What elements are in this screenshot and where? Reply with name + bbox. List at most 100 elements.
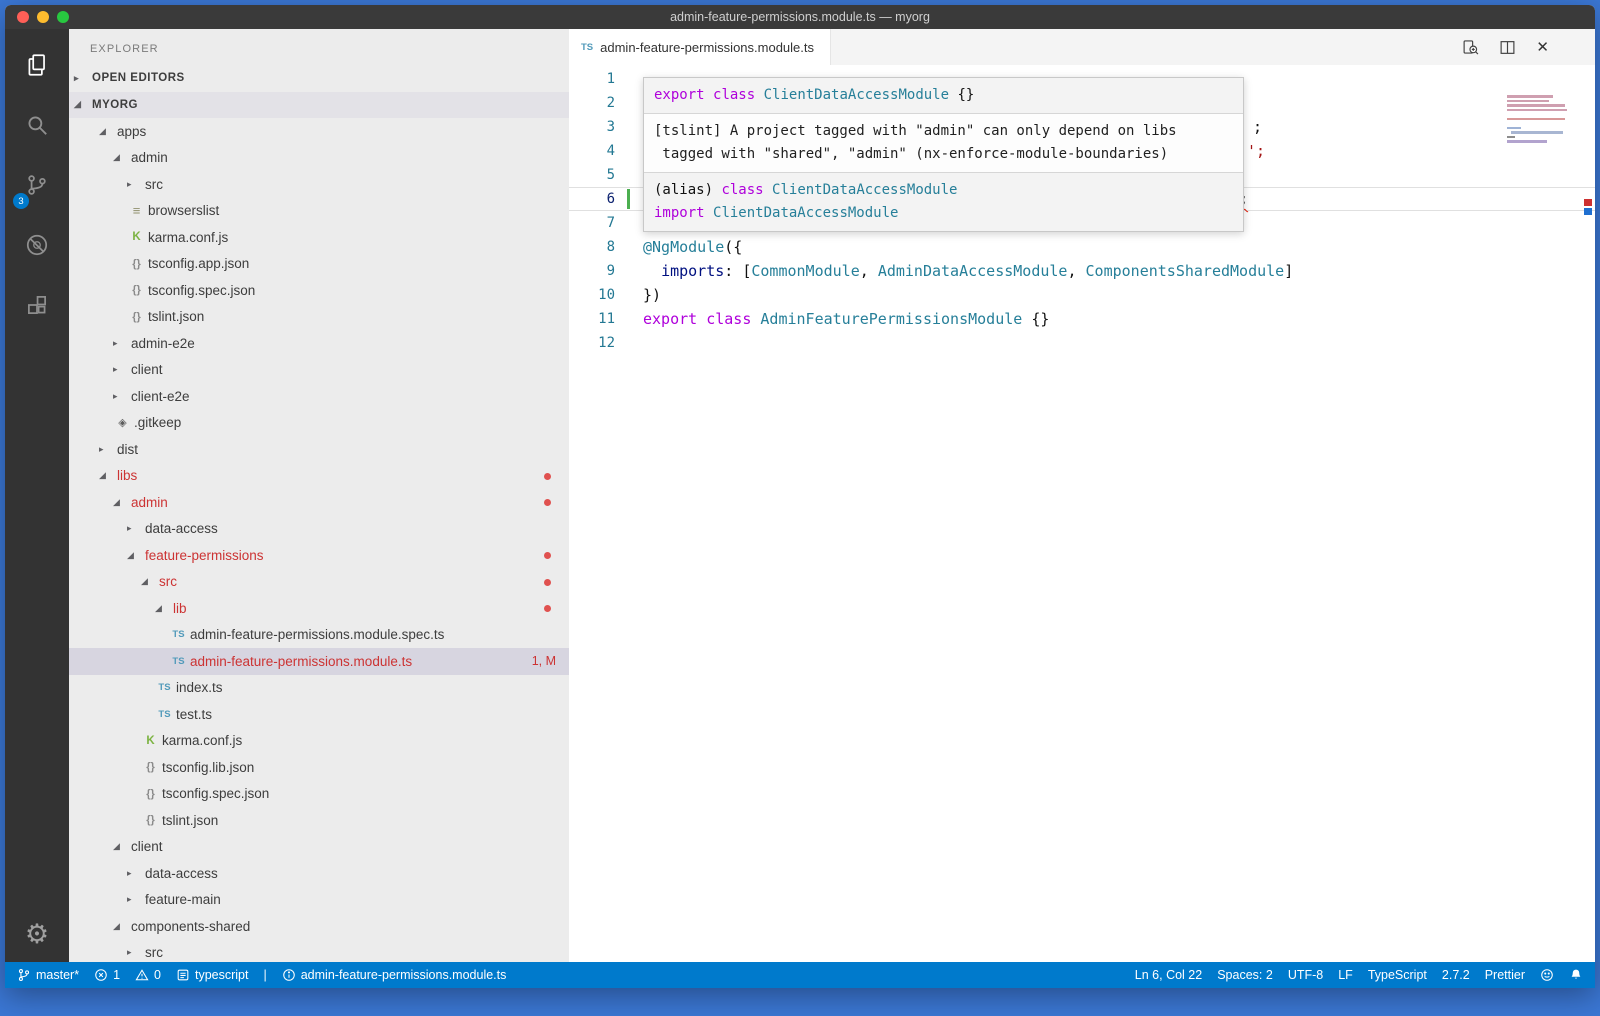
tree-file-.gitkeep[interactable]: ◈.gitkeep <box>69 410 569 437</box>
status-warning-count[interactable]: 0 <box>135 968 161 982</box>
tree-file-tsconfig.spec.json[interactable]: {}tsconfig.spec.json <box>69 277 569 304</box>
minimize-window-button[interactable] <box>37 11 49 23</box>
error-icon <box>94 968 108 982</box>
tree-folder-admin-e2e[interactable]: ▸admin-e2e <box>69 330 569 357</box>
code-editor[interactable]: 123;4';56import { ClientDataAccessModule… <box>569 65 1595 962</box>
chevron-expanded-icon: ◢ <box>74 99 90 110</box>
json-file-icon: {} <box>127 284 146 296</box>
tree-item-label: admin <box>131 150 168 165</box>
status-end-of-line[interactable]: LF <box>1338 968 1353 982</box>
line-number: 3 <box>569 119 615 135</box>
status-typescript-version[interactable]: 2.7.2 <box>1442 968 1470 982</box>
tree-file-index.ts[interactable]: TSindex.ts <box>69 675 569 702</box>
tree-item-label: src <box>145 177 163 192</box>
chevron-collapsed-icon: ▸ <box>127 868 143 879</box>
status-cursor-position[interactable]: Ln 6, Col 22 <box>1135 968 1202 982</box>
tree-item-label: client <box>131 362 163 377</box>
minimap[interactable] <box>1507 95 1577 149</box>
tree-folder-feature-permissions[interactable]: ◢feature-permissions <box>69 542 569 569</box>
tool-icon <box>176 968 190 982</box>
status-error-count[interactable]: 1 <box>94 968 120 982</box>
tree-folder-data-access[interactable]: ▸data-access <box>69 516 569 543</box>
explorer-sidebar: EXPLORER ▸OPEN EDITORS◢MYORG◢apps◢admin▸… <box>69 29 569 962</box>
tree-folder-admin[interactable]: ◢admin <box>69 145 569 172</box>
chevron-expanded-icon: ◢ <box>155 603 171 614</box>
settings-gear-icon[interactable]: ⚙ <box>25 919 49 950</box>
tree-folder-components-shared[interactable]: ◢components-shared <box>69 913 569 940</box>
split-editor-icon[interactable] <box>1499 39 1516 56</box>
hover-line: tagged with "shared", "admin" (nx-enforc… <box>654 143 1233 166</box>
tree-file-browserslist[interactable]: ≡browserslist <box>69 198 569 225</box>
status-typescript-status[interactable]: typescript <box>176 968 249 982</box>
tree-file-karma.conf.js[interactable]: Kkarma.conf.js <box>69 224 569 251</box>
tree-folder-data-access[interactable]: ▸data-access <box>69 860 569 887</box>
status-active-file-status[interactable]: admin-feature-permissions.module.ts <box>282 968 507 982</box>
chevron-collapsed-icon: ▸ <box>127 523 143 534</box>
debug-icon[interactable] <box>5 215 69 275</box>
chevron-collapsed-icon: ▸ <box>99 444 115 455</box>
status-language-mode[interactable]: TypeScript <box>1368 968 1427 982</box>
chevron-collapsed-icon: ▸ <box>127 179 143 190</box>
open-changes-icon[interactable] <box>1462 39 1479 56</box>
minimap-bar <box>1507 104 1565 107</box>
status-indentation[interactable]: Spaces: 2 <box>1217 968 1273 982</box>
search-icon[interactable] <box>5 95 69 155</box>
section-header-myorg[interactable]: ◢MYORG <box>69 92 569 119</box>
close-editor-icon[interactable]: ✕ <box>1536 38 1549 56</box>
minimap-row <box>1507 131 1577 134</box>
line-number: 5 <box>569 167 615 183</box>
status-right: Ln 6, Col 22 Spaces: 2 UTF-8 LF TypeScript 2.… <box>1135 968 1583 982</box>
tree-file-test.ts[interactable]: TStest.ts <box>69 701 569 728</box>
tree-file-tsconfig.app.json[interactable]: {}tsconfig.app.json <box>69 251 569 278</box>
source-control-icon[interactable]: 3 <box>5 155 69 215</box>
tree-folder-client[interactable]: ◢client <box>69 834 569 861</box>
code-line-10[interactable]: 10}) <box>569 283 1595 307</box>
code-line-8[interactable]: 8@NgModule({ <box>569 235 1595 259</box>
extensions-icon[interactable] <box>5 275 69 335</box>
section-header-open-editors[interactable]: ▸OPEN EDITORS <box>69 65 569 92</box>
git-file-icon: ◈ <box>113 416 132 429</box>
code-line-9[interactable]: 9 imports: [CommonModule, AdminDataAcces… <box>569 259 1595 283</box>
minimap-bar <box>1507 136 1515 139</box>
tree-file-tslint.json[interactable]: {}tslint.json <box>69 807 569 834</box>
close-window-button[interactable] <box>17 11 29 23</box>
warning-icon <box>135 968 149 982</box>
tree-item-label: .gitkeep <box>134 415 181 430</box>
status-encoding[interactable]: UTF-8 <box>1288 968 1323 982</box>
title-bar[interactable]: admin-feature-permissions.module.ts — my… <box>5 5 1595 29</box>
code-line-12[interactable]: 12 <box>569 331 1595 355</box>
tree-item-label: tsconfig.app.json <box>148 256 249 271</box>
tree-folder-lib[interactable]: ◢lib <box>69 595 569 622</box>
ts-file-icon: TS <box>169 656 188 667</box>
status-prettier[interactable]: Prettier <box>1485 968 1525 982</box>
tree-folder-src[interactable]: ▸src <box>69 940 569 963</box>
file-tree: ▸OPEN EDITORS◢MYORG◢apps◢admin▸src≡brows… <box>69 65 569 962</box>
traffic-lights <box>17 5 69 29</box>
code-line-11[interactable]: 11export class AdminFeaturePermissionsMo… <box>569 307 1595 331</box>
tree-folder-admin[interactable]: ◢admin <box>69 489 569 516</box>
tree-item-label: tsconfig.spec.json <box>148 283 255 298</box>
json-file-icon: {} <box>141 814 160 826</box>
tree-folder-libs[interactable]: ◢libs <box>69 463 569 490</box>
status-notifications[interactable] <box>1569 968 1583 982</box>
tree-file-tslint.json[interactable]: {}tslint.json <box>69 304 569 331</box>
tree-folder-apps[interactable]: ◢apps <box>69 118 569 145</box>
tree-item-label: admin-feature-permissions.module.spec.ts <box>190 627 444 642</box>
zoom-window-button[interactable] <box>57 11 69 23</box>
status-git-branch[interactable]: master* <box>17 968 79 982</box>
explorer-icon[interactable] <box>5 35 69 95</box>
tree-file-tsconfig.spec.json[interactable]: {}tsconfig.spec.json <box>69 781 569 808</box>
tree-folder-client[interactable]: ▸client <box>69 357 569 384</box>
status-label: admin-feature-permissions.module.ts <box>301 968 507 982</box>
tree-folder-src[interactable]: ◢src <box>69 569 569 596</box>
tree-file-tsconfig.lib.json[interactable]: {}tsconfig.lib.json <box>69 754 569 781</box>
tree-file-admin-feature-permissions.module.spec.ts[interactable]: TSadmin-feature-permissions.module.spec.… <box>69 622 569 649</box>
status-feedback[interactable] <box>1540 968 1554 982</box>
tree-file-admin-feature-permissions.module.ts[interactable]: TSadmin-feature-permissions.module.ts1, … <box>69 648 569 675</box>
tree-folder-src[interactable]: ▸src <box>69 171 569 198</box>
tree-file-karma.conf.js[interactable]: Kkarma.conf.js <box>69 728 569 755</box>
tab-admin-feature-permissions[interactable]: TS admin-feature-permissions.module.ts <box>569 29 831 65</box>
tree-folder-dist[interactable]: ▸dist <box>69 436 569 463</box>
tree-folder-client-e2e[interactable]: ▸client-e2e <box>69 383 569 410</box>
tree-folder-feature-main[interactable]: ▸feature-main <box>69 887 569 914</box>
